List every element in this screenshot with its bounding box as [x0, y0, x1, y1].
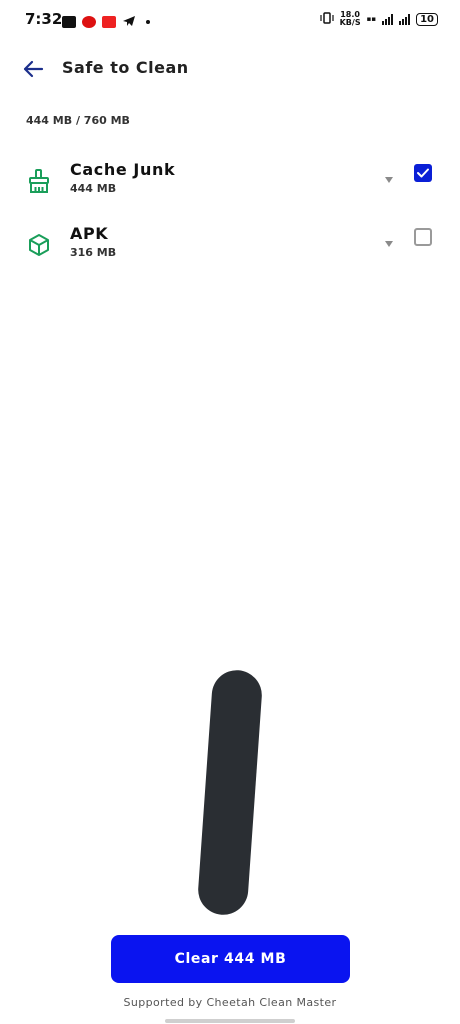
list-item-cache-junk[interactable]: Cache Junk 444 MB: [0, 158, 460, 214]
network-speed: 18.0 KB/S: [340, 11, 361, 27]
volte-icon: ▪▪: [366, 15, 377, 23]
status-bar: 7:32 18.0 KB/S ▪▪ 10: [0, 0, 460, 38]
item-size: 316 MB: [70, 246, 117, 259]
notification-icons: [62, 12, 150, 31]
home-indicator[interactable]: [165, 1019, 295, 1023]
broom-icon: [26, 168, 52, 194]
apk-checkbox[interactable]: [414, 228, 432, 246]
list-item-apk[interactable]: APK 316 MB: [0, 222, 460, 278]
expand-arrow-icon[interactable]: [384, 170, 394, 183]
signal-4g-icon: [399, 13, 411, 25]
telegram-icon: [122, 12, 136, 31]
junk-summary: 444 MB / 760 MB: [26, 114, 130, 127]
back-button[interactable]: [18, 56, 48, 82]
signal-icon: [382, 13, 394, 25]
network-speed-unit: KB/S: [339, 18, 361, 27]
drawn-stroke-overlay: [196, 668, 264, 917]
arrow-left-icon: [23, 60, 44, 78]
more-notifications-dot: [146, 19, 150, 24]
cache-junk-checkbox[interactable]: [414, 164, 432, 182]
item-label: APK: [70, 224, 109, 243]
news-app-icon: [102, 15, 116, 28]
item-size: 444 MB: [70, 182, 117, 195]
powered-by-text: Supported by Cheetah Clean Master: [123, 996, 337, 1009]
page-title: Safe to Clean: [62, 58, 189, 77]
package-icon: [26, 232, 52, 258]
vibrate-icon: [319, 12, 334, 26]
expand-arrow-icon[interactable]: [384, 234, 394, 247]
system-icons: 18.0 KB/S ▪▪ 10: [319, 11, 438, 27]
battery-icon: 10: [416, 12, 438, 26]
item-label: Cache Junk: [70, 160, 176, 179]
youtube-icon: [62, 15, 76, 28]
checkmark-icon: [417, 168, 429, 178]
notification-app-icon: [82, 15, 96, 28]
status-time: 7:32: [25, 10, 63, 28]
clear-button[interactable]: Clear 444 MB: [111, 935, 350, 983]
